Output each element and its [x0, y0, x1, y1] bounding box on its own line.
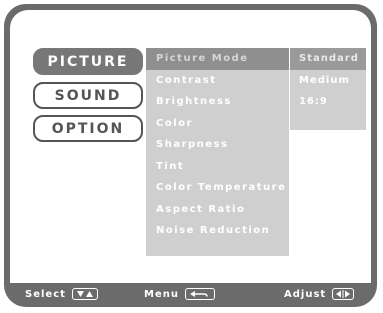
footer-adjust: Adjust	[284, 288, 355, 300]
category-sound[interactable]: SOUND	[33, 82, 143, 109]
menu-item-tint[interactable]: Tint	[146, 156, 289, 178]
category-picture[interactable]: PICTURE	[33, 48, 143, 75]
menu-item-contrast[interactable]: Contrast	[146, 70, 289, 92]
footer-menu: Menu	[144, 288, 215, 300]
select-label: Select	[25, 288, 66, 300]
submenu-options: Standard Medium 16:9	[290, 48, 366, 130]
option-16-9[interactable]: 16:9	[290, 91, 366, 113]
picture-menu: Picture Mode Contrast Brightness Color S…	[146, 48, 289, 256]
category-option[interactable]: OPTION	[33, 115, 143, 142]
menu-item-sharpness[interactable]: Sharpness	[146, 134, 289, 156]
menu-item-aspect-ratio[interactable]: Aspect Ratio	[146, 199, 289, 221]
left-right-arrows-icon	[332, 288, 355, 300]
return-arrow-icon	[184, 288, 215, 300]
osd-frame: PICTURE SOUND OPTION Picture Mode Contra…	[4, 4, 377, 307]
up-down-arrows-icon	[71, 288, 98, 300]
menu-item-brightness[interactable]: Brightness	[146, 91, 289, 113]
menu-item-color-temperature[interactable]: Color Temperature	[146, 177, 289, 199]
footer-select: Select	[25, 288, 98, 300]
menu-item-color[interactable]: Color	[146, 113, 289, 135]
menu-item-picture-mode[interactable]: Picture Mode	[146, 48, 289, 70]
option-standard[interactable]: Standard	[290, 48, 366, 70]
adjust-label: Adjust	[284, 288, 327, 300]
menu-item-noise-reduction[interactable]: Noise Reduction	[146, 220, 289, 242]
menu-label: Menu	[144, 288, 179, 300]
option-medium[interactable]: Medium	[290, 70, 366, 92]
footer-bar: Select Menu Adjust	[4, 283, 377, 307]
menu-panel: PICTURE SOUND OPTION Picture Mode Contra…	[10, 10, 371, 283]
